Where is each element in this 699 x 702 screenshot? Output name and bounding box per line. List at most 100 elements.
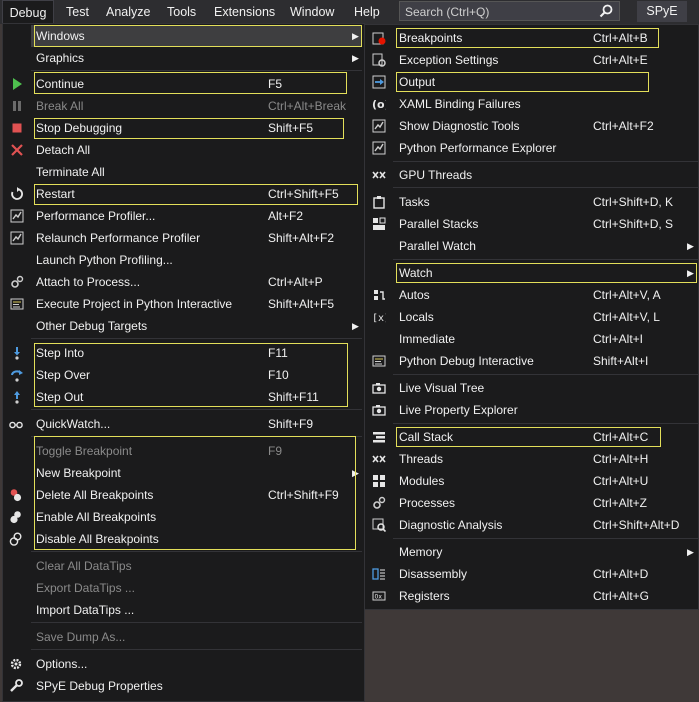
svg-text:[x]: [x] (372, 313, 386, 324)
menu-item-toggle-breakpoint[interactable]: Toggle Breakpoint F9 (3, 440, 362, 462)
menu-item-output[interactable]: Output (365, 71, 698, 93)
menu-item-spye-debug-properties[interactable]: SPyE Debug Properties (3, 675, 362, 697)
menu-item-diagnostic-analysis[interactable]: Diagnostic Analysis Ctrl+Shift+Alt+D (365, 514, 698, 536)
menu-item-memory[interactable]: Memory ▶ (365, 541, 698, 563)
debug-menu: Windows ▶ Graphics ▶ Continue F5 Break A… (2, 23, 365, 702)
menu-item-modules[interactable]: Modules Ctrl+Alt+U (365, 470, 698, 492)
menu-item-stop-debugging[interactable]: Stop Debugging Shift+F5 (3, 117, 362, 139)
menu-item-attach-to-process[interactable]: Attach to Process... Ctrl+Alt+P (3, 271, 362, 293)
menu-item-save-dump-as[interactable]: Save Dump As... (3, 626, 362, 648)
call-stack-icon (373, 432, 385, 443)
delete-breakpoints-icon (10, 489, 22, 502)
menu-item-exception-settings[interactable]: Exception Settings Ctrl+Alt+E (365, 49, 698, 71)
modules-icon (373, 475, 385, 487)
search-input[interactable]: Search (Ctrl+Q) (399, 1, 620, 21)
play-icon (13, 78, 22, 90)
wrench-icon (10, 679, 23, 692)
menu-item-show-diagnostic-tools[interactable]: Show Diagnostic Tools Ctrl+Alt+F2 (365, 115, 698, 137)
menu-item-step-out[interactable]: Step Out Shift+F11 (3, 386, 362, 408)
gpu-threads-icon (372, 171, 386, 179)
diagnostic-analysis-icon (372, 518, 386, 532)
output-icon (372, 75, 386, 89)
menu-help[interactable]: Help (354, 0, 380, 24)
menu-item-windows[interactable]: Windows ▶ (31, 25, 362, 47)
menu-debug[interactable]: Debug (2, 0, 54, 24)
menu-item-quickwatch[interactable]: QuickWatch... Shift+F9 (3, 413, 362, 435)
menu-item-locals[interactable]: [x] Locals Ctrl+Alt+V, L (365, 306, 698, 328)
exception-settings-icon (372, 53, 386, 67)
menu-item-terminate-all[interactable]: Terminate All (3, 161, 362, 183)
breakpoints-window-icon (372, 32, 386, 45)
menu-item-gpu-threads[interactable]: GPU Threads (365, 164, 698, 186)
menu-item-step-into[interactable]: Step Into F11 (3, 342, 362, 364)
autos-icon (374, 290, 385, 300)
menu-item-immediate[interactable]: Immediate Ctrl+Alt+I (365, 328, 698, 350)
chevron-right-icon: ▶ (352, 468, 359, 478)
menu-item-other-debug-targets[interactable]: Other Debug Targets ▶ (3, 315, 362, 337)
python-performance-icon (372, 141, 386, 155)
menu-test[interactable]: Test (66, 0, 89, 24)
menu-item-python-debug-interactive[interactable]: Python Debug Interactive Shift+Alt+I (365, 350, 698, 372)
menu-item-delete-all-breakpoints[interactable]: Delete All Breakpoints Ctrl+Shift+F9 (3, 484, 362, 506)
menu-item-launch-python-profiling[interactable]: Launch Python Profiling... (3, 249, 362, 271)
svg-text:0x: 0x (375, 594, 383, 601)
menu-item-threads[interactable]: Threads Ctrl+Alt+H (365, 448, 698, 470)
menu-item-options[interactable]: Options... (3, 653, 362, 675)
menu-item-call-stack[interactable]: Call Stack Ctrl+Alt+C (365, 426, 698, 448)
locals-icon: [x] (372, 313, 386, 324)
menu-item-import-datatips[interactable]: Import DataTips ... (3, 599, 362, 621)
windows-submenu: Breakpoints Ctrl+Alt+B Exception Setting… (364, 24, 699, 610)
menu-item-live-property-explorer[interactable]: Live Property Explorer (365, 399, 698, 421)
chevron-right-icon: ▶ (352, 321, 359, 331)
menu-item-graphics[interactable]: Graphics ▶ (31, 47, 362, 69)
glasses-icon (9, 421, 23, 429)
menu-tools[interactable]: Tools (167, 0, 196, 24)
menu-item-registers[interactable]: 0x Registers Ctrl+Alt+G (365, 585, 698, 607)
menu-window[interactable]: Window (290, 0, 334, 24)
menu-extensions[interactable]: Extensions (214, 0, 275, 24)
disable-breakpoints-icon (9, 532, 22, 546)
svg-text:(o): (o) (372, 98, 386, 111)
python-interactive-icon (10, 298, 24, 310)
menu-item-breakpoints[interactable]: Breakpoints Ctrl+Alt+B (365, 27, 698, 49)
search-placeholder: Search (Ctrl+Q) (405, 5, 490, 19)
search-icon (599, 4, 613, 18)
menu-analyze[interactable]: Analyze (106, 0, 150, 24)
step-over-icon (11, 370, 23, 382)
menu-item-new-breakpoint[interactable]: New Breakpoint ▶ (3, 462, 362, 484)
menu-item-step-over[interactable]: Step Over F10 (3, 364, 362, 386)
menu-item-enable-all-breakpoints[interactable]: Enable All Breakpoints (3, 506, 362, 528)
menu-item-restart[interactable]: Restart Ctrl+Shift+F5 (3, 183, 362, 205)
menu-item-parallel-watch[interactable]: Parallel Watch ▶ (365, 235, 698, 257)
menu-item-continue[interactable]: Continue F5 (3, 73, 362, 95)
parallel-stacks-icon (373, 217, 386, 230)
menu-item-autos[interactable]: Autos Ctrl+Alt+V, A (365, 284, 698, 306)
menu-item-watch[interactable]: Watch ▶ (365, 262, 698, 284)
camera-icon (372, 383, 386, 394)
chevron-right-icon: ▶ (687, 268, 694, 278)
chevron-right-icon: ▶ (352, 31, 359, 41)
stop-icon (12, 123, 22, 133)
menu-item-performance-profiler[interactable]: Performance Profiler... Alt+F2 (3, 205, 362, 227)
menu-item-processes[interactable]: Processes Ctrl+Alt+Z (365, 492, 698, 514)
menu-item-disassembly[interactable]: Disassembly Ctrl+Alt+D (365, 563, 698, 585)
menu-item-execute-python-interactive[interactable]: Execute Project in Python Interactive Sh… (3, 293, 362, 315)
solution-badge[interactable]: SPyE (637, 1, 687, 22)
menu-item-clear-all-datatips[interactable]: Clear All DataTips (3, 555, 362, 577)
enable-breakpoints-icon (10, 511, 21, 524)
chevron-right-icon: ▶ (687, 547, 694, 557)
pause-icon (13, 101, 21, 111)
menu-item-detach-all[interactable]: Detach All (3, 139, 362, 161)
gear-icon (373, 496, 386, 509)
menu-item-parallel-stacks[interactable]: Parallel Stacks Ctrl+Shift+D, S (365, 213, 698, 235)
menu-item-live-visual-tree[interactable]: Live Visual Tree (365, 377, 698, 399)
menu-item-export-datatips[interactable]: Export DataTips ... (3, 577, 362, 599)
menu-item-xaml-binding-failures[interactable]: (o) XAML Binding Failures (365, 93, 698, 115)
diagnostic-tools-icon (372, 119, 386, 133)
tasks-icon (373, 196, 385, 209)
menu-item-break-all[interactable]: Break All Ctrl+Alt+Break (3, 95, 362, 117)
menu-item-relaunch-profiler[interactable]: Relaunch Performance Profiler Shift+Alt+… (3, 227, 362, 249)
menu-item-tasks[interactable]: Tasks Ctrl+Shift+D, K (365, 191, 698, 213)
menu-item-python-performance-explorer[interactable]: Python Performance Explorer (365, 137, 698, 159)
menu-item-disable-all-breakpoints[interactable]: Disable All Breakpoints (3, 528, 362, 550)
